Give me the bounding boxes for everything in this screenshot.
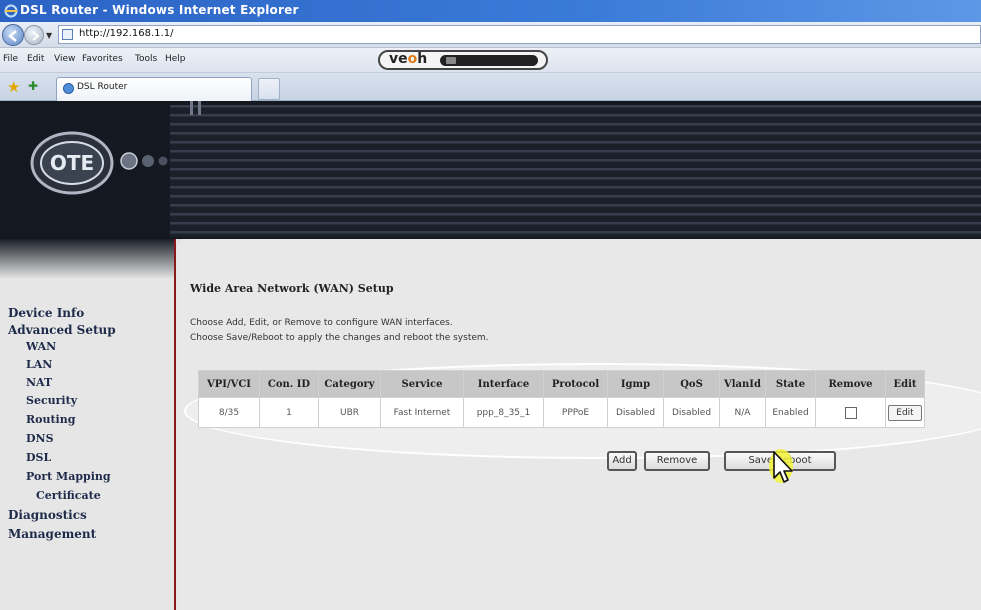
sidebar-item-certificate[interactable]: Certificate bbox=[36, 489, 101, 502]
page-title: Wide Area Network (WAN) Setup bbox=[190, 282, 394, 295]
edit-button[interactable]: Edit bbox=[888, 404, 922, 421]
menu-tools[interactable]: Tools bbox=[135, 54, 157, 64]
remove-checkbox[interactable] bbox=[844, 406, 857, 419]
cell-igmp: Disabled bbox=[607, 397, 664, 428]
menu-bar: File Edit View Favorites Tools Help veoh bbox=[0, 48, 981, 73]
column-header: Con. ID bbox=[259, 370, 319, 398]
forward-arrow-icon bbox=[32, 31, 40, 41]
remove-button[interactable]: Remove bbox=[644, 451, 710, 471]
page-icon bbox=[62, 29, 73, 40]
add-button[interactable]: Add bbox=[607, 451, 637, 471]
sidebar-item-device-info[interactable]: Device Info bbox=[8, 306, 84, 320]
sidebar-item-dns[interactable]: DNS bbox=[26, 432, 54, 445]
menu-file[interactable]: File bbox=[3, 54, 18, 64]
sidebar-item-port-mapping[interactable]: Port Mapping bbox=[26, 470, 111, 483]
veoh-logo: veoh bbox=[389, 51, 428, 67]
sidebar-top-fade bbox=[0, 239, 174, 279]
ote-logo: OTE bbox=[30, 123, 190, 213]
cell-vpi-vci: 8/35 bbox=[198, 397, 260, 428]
sidebar-item-wan[interactable]: WAN bbox=[26, 340, 56, 353]
sidebar-item-nat[interactable]: NAT bbox=[26, 376, 52, 389]
sidebar-item-security[interactable]: Security bbox=[26, 394, 77, 407]
instruction-line-2: Choose Save/Reboot to apply the changes … bbox=[190, 333, 489, 343]
veoh-player-icon bbox=[440, 55, 538, 66]
column-header: VlanId bbox=[719, 370, 766, 398]
sidebar-item-diagnostics[interactable]: Diagnostics bbox=[8, 508, 87, 522]
menu-favorites[interactable]: Favorites bbox=[82, 54, 123, 64]
table-header-row: VPI/VCI Con. ID Category Service Interfa… bbox=[198, 370, 925, 398]
window-title-bar[interactable]: DSL Router - Windows Internet Explorer bbox=[0, 0, 981, 22]
ie-page-icon bbox=[63, 83, 74, 94]
column-header: Igmp bbox=[607, 370, 664, 398]
cell-con-id: 1 bbox=[259, 397, 319, 428]
back-arrow-icon bbox=[8, 30, 17, 42]
back-button[interactable] bbox=[2, 24, 24, 46]
menu-help[interactable]: Help bbox=[165, 54, 186, 64]
column-header: Edit bbox=[885, 370, 925, 398]
sidebar-item-lan[interactable]: LAN bbox=[26, 358, 52, 371]
favorites-star-icon[interactable]: ★ bbox=[7, 78, 20, 96]
banner-stripes bbox=[170, 105, 981, 237]
cell-state: Enabled bbox=[765, 397, 816, 428]
router-header-banner: OTE bbox=[0, 101, 981, 239]
table-row: 8/35 1 UBR Fast Internet ppp_8_35_1 PPPo… bbox=[198, 397, 925, 428]
column-header: Protocol bbox=[543, 370, 608, 398]
sidebar-item-management[interactable]: Management bbox=[8, 527, 96, 541]
cell-service: Fast Internet bbox=[380, 397, 464, 428]
tab-dsl-router[interactable]: DSL Router bbox=[56, 77, 252, 101]
column-header: Service bbox=[380, 370, 464, 398]
cell-edit: Edit bbox=[885, 397, 925, 428]
tab-label: DSL Router bbox=[77, 82, 128, 92]
window-title: DSL Router - Windows Internet Explorer bbox=[20, 3, 299, 17]
cell-interface: ppp_8_35_1 bbox=[463, 397, 544, 428]
sidebar: Device Info Advanced Setup WAN LAN NAT S… bbox=[0, 239, 178, 610]
main-content: Wide Area Network (WAN) Setup Choose Add… bbox=[178, 239, 981, 610]
ie-logo-icon bbox=[4, 4, 18, 18]
cell-remove bbox=[815, 397, 886, 428]
column-header: VPI/VCI bbox=[198, 370, 260, 398]
instruction-line-1: Choose Add, Edit, or Remove to configure… bbox=[190, 318, 453, 328]
banner-mark bbox=[198, 101, 201, 115]
menu-view[interactable]: View bbox=[54, 54, 75, 64]
cell-protocol: PPPoE bbox=[543, 397, 608, 428]
forward-button[interactable] bbox=[24, 25, 44, 45]
address-bar[interactable]: http://192.168.1.1/ bbox=[58, 25, 981, 44]
new-tab-button[interactable] bbox=[258, 78, 280, 100]
ote-logo-text: OTE bbox=[50, 151, 94, 175]
column-header: Remove bbox=[815, 370, 886, 398]
column-header: Category bbox=[318, 370, 381, 398]
sidebar-item-routing[interactable]: Routing bbox=[26, 413, 75, 426]
cell-vlanid: N/A bbox=[719, 397, 766, 428]
sidebar-divider bbox=[174, 239, 176, 610]
banner-mark bbox=[190, 101, 193, 115]
mouse-cursor-icon bbox=[769, 449, 793, 483]
menu-edit[interactable]: Edit bbox=[27, 54, 44, 64]
navigation-bar: ▼ http://192.168.1.1/ bbox=[0, 22, 981, 48]
address-url: http://192.168.1.1/ bbox=[79, 28, 174, 39]
tab-bar: ★ ✚ DSL Router bbox=[0, 73, 981, 101]
add-favorites-icon[interactable]: ✚ bbox=[28, 79, 38, 93]
cell-category: UBR bbox=[318, 397, 381, 428]
ote-logo-icon: OTE bbox=[30, 131, 168, 195]
cell-qos: Disabled bbox=[663, 397, 720, 428]
column-header: State bbox=[765, 370, 816, 398]
veoh-toolbar[interactable]: veoh bbox=[378, 50, 548, 70]
column-header: Interface bbox=[463, 370, 544, 398]
sidebar-item-advanced-setup[interactable]: Advanced Setup bbox=[8, 323, 116, 337]
column-header: QoS bbox=[663, 370, 720, 398]
sidebar-item-dsl[interactable]: DSL bbox=[26, 451, 51, 464]
history-dropdown-icon[interactable]: ▼ bbox=[46, 31, 52, 40]
wan-interfaces-table: VPI/VCI Con. ID Category Service Interfa… bbox=[198, 370, 925, 428]
